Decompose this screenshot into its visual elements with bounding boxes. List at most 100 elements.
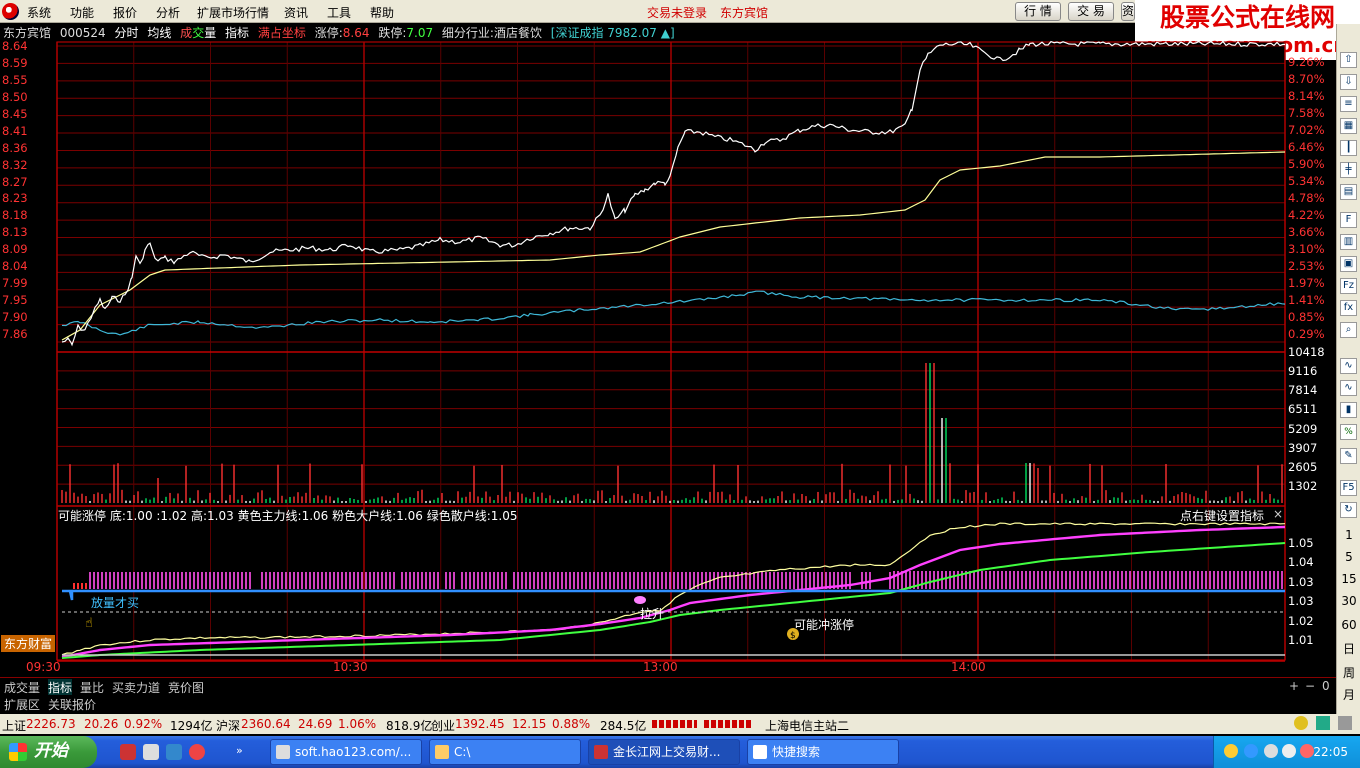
- zoom-in-button[interactable]: +: [1289, 679, 1299, 693]
- price-tick: 7.95: [2, 293, 28, 308]
- label-pull-up: 拉升: [640, 607, 665, 621]
- price-tick: 8.04: [2, 259, 28, 274]
- quicklaunch-app-icon[interactable]: [120, 744, 136, 760]
- tray-ime-icon[interactable]: [1224, 744, 1238, 758]
- quicklaunch-media-icon[interactable]: [189, 744, 205, 760]
- start-button[interactable]: 开始: [0, 736, 97, 768]
- quicklaunch-more-icon[interactable]: »: [236, 744, 246, 760]
- sh-value: 2226.73: [26, 717, 76, 731]
- hs-value: 2360.64: [241, 717, 291, 731]
- server-name[interactable]: 上海电信主站二: [765, 717, 849, 734]
- tray-shield-icon[interactable]: [1264, 744, 1278, 758]
- price-tick: 8.27: [2, 174, 28, 189]
- time-tick: 09:30: [26, 660, 61, 674]
- brand-tag[interactable]: 东方财富: [1, 635, 55, 652]
- price-tick: 8.23: [2, 191, 28, 206]
- status-window-icon[interactable]: [1338, 716, 1352, 730]
- cy-label: 创业: [431, 719, 456, 733]
- period-week[interactable]: 周: [1337, 664, 1360, 681]
- toolbar-report-icon[interactable]: ▥: [1340, 234, 1357, 250]
- price-tick: 8.50: [2, 89, 28, 104]
- toolbar-info-icon[interactable]: ▤: [1340, 184, 1357, 200]
- toolbar-table-icon[interactable]: ▦: [1340, 118, 1357, 134]
- indicator-tick: 1.04: [1288, 555, 1314, 570]
- toolbar-compare-icon[interactable]: ∿: [1340, 380, 1357, 396]
- toolbar-fiz-icon[interactable]: Fz: [1340, 278, 1357, 294]
- toolbar-zoom-icon[interactable]: ⌕: [1340, 322, 1357, 338]
- quicklaunch-browser-icon[interactable]: [143, 744, 159, 760]
- price-tick: 8.18: [2, 208, 28, 223]
- toolbar-f10-icon[interactable]: F: [1340, 212, 1357, 228]
- toolbar-percent-icon[interactable]: %: [1340, 424, 1357, 440]
- extension-tabs: 扩展区 关联报价: [0, 695, 1336, 713]
- search-task-icon: [753, 745, 767, 759]
- zoom-out-button[interactable]: −: [1305, 679, 1315, 693]
- toolbar-refresh-icon[interactable]: ↻: [1340, 502, 1357, 518]
- volume-tick: 5209: [1288, 421, 1318, 436]
- tab-auction-chart[interactable]: 竞价图: [168, 679, 204, 696]
- task-hao123[interactable]: soft.hao123.com/...: [270, 739, 422, 765]
- volume-tick: 3907: [1288, 440, 1318, 455]
- toolbar-formula-icon[interactable]: fx: [1340, 300, 1357, 316]
- toolbar-chart-icon[interactable]: ∿: [1340, 358, 1357, 374]
- tab-related-quotes[interactable]: 关联报价: [48, 696, 96, 713]
- sh-label: 上证: [2, 719, 27, 733]
- period-1-min[interactable]: 1: [1337, 528, 1360, 542]
- volume-tick: 7814: [1288, 383, 1318, 398]
- sz-strength-icon: [704, 720, 752, 728]
- toolbar-doc-icon[interactable]: ▣: [1340, 256, 1357, 272]
- sh-strength-icon: [652, 720, 697, 728]
- percent-tick: 0.29%: [1288, 327, 1325, 341]
- price-tick: 7.99: [2, 276, 28, 291]
- tab-volume[interactable]: 成交量: [4, 679, 40, 696]
- task-search-label: 快捷搜索: [772, 745, 821, 759]
- tab-extension-area[interactable]: 扩展区: [4, 696, 40, 713]
- period-30-min[interactable]: 30: [1337, 594, 1360, 608]
- percent-tick: 3.10%: [1288, 242, 1325, 256]
- percent-tick: 8.14%: [1288, 89, 1325, 103]
- toolbar-kline-icon[interactable]: ┃: [1340, 140, 1357, 156]
- task-trading-app[interactable]: 金长江网上交易财...: [588, 739, 740, 765]
- tray-network-icon[interactable]: [1282, 744, 1296, 758]
- intraday-chart[interactable]: $ ☝: [0, 0, 1336, 676]
- percent-tick: 0.85%: [1288, 310, 1325, 324]
- quicklaunch-ie-icon[interactable]: [166, 744, 182, 760]
- pull-up-marker-icon: [634, 596, 646, 604]
- reset-button[interactable]: 0: [1322, 679, 1330, 693]
- tab-volume-ratio[interactable]: 量比: [80, 679, 104, 696]
- price-tick: 8.36: [2, 140, 28, 155]
- trading-task-icon: [594, 745, 608, 759]
- percent-tick: 1.97%: [1288, 276, 1325, 290]
- period-day[interactable]: 日: [1337, 640, 1360, 657]
- clock[interactable]: 22:05: [1313, 745, 1348, 759]
- indicator-settings-hint[interactable]: 点右键设置指标: [1180, 507, 1264, 524]
- tray-security-icon[interactable]: [1300, 744, 1314, 758]
- tab-indicator-bottom[interactable]: 指标: [48, 679, 73, 696]
- status-smiley-icon[interactable]: [1294, 716, 1308, 730]
- system-tray: 22:05: [1213, 736, 1360, 768]
- period-15-min[interactable]: 15: [1337, 572, 1360, 586]
- toolbar-draw-icon[interactable]: ✎: [1340, 448, 1357, 464]
- period-60-min[interactable]: 60: [1337, 618, 1360, 632]
- task-quick-search[interactable]: 快捷搜索: [747, 739, 899, 765]
- percent-tick: 7.58%: [1288, 106, 1325, 120]
- price-tick: 8.13: [2, 225, 28, 240]
- tray-sound-icon[interactable]: [1244, 744, 1258, 758]
- percent-tick: 4.22%: [1288, 208, 1325, 222]
- toolbar-candle-icon[interactable]: ╪: [1340, 162, 1357, 178]
- tab-buy-sell-power[interactable]: 买卖力道: [112, 679, 160, 696]
- toolbar-list-icon[interactable]: ≡: [1340, 96, 1357, 112]
- price-tick: 8.64: [2, 39, 28, 53]
- indicator-tick: 1.03: [1288, 594, 1314, 609]
- percent-tick: 7.02%: [1288, 123, 1325, 137]
- toolbar-down-icon[interactable]: ⇩: [1340, 74, 1357, 90]
- period-month[interactable]: 月: [1337, 686, 1360, 703]
- toolbar-f5-icon[interactable]: F5: [1340, 480, 1357, 496]
- toolbar-bar-icon[interactable]: ▮: [1340, 402, 1357, 418]
- task-c-drive[interactable]: C:\: [429, 739, 581, 765]
- toolbar-up-icon[interactable]: ⇧: [1340, 52, 1357, 68]
- volume-tick: 2605: [1288, 459, 1318, 474]
- indicator-close-button[interactable]: ×: [1273, 507, 1283, 521]
- period-5-min[interactable]: 5: [1337, 550, 1360, 564]
- status-network-icon[interactable]: [1316, 716, 1330, 730]
